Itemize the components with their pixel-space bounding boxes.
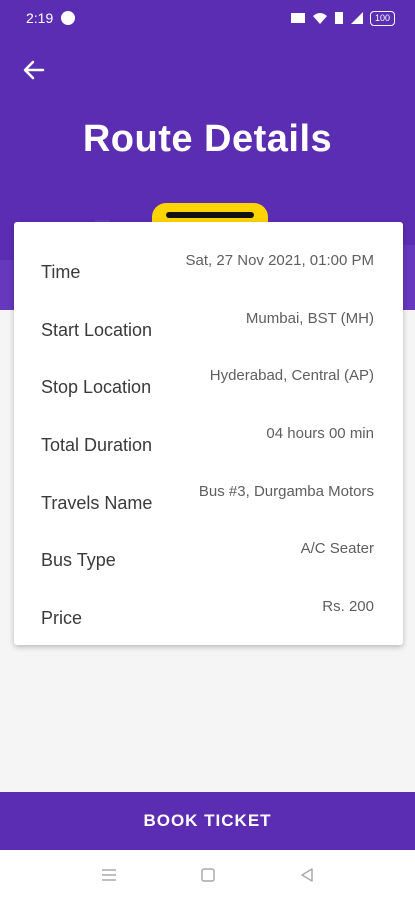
bus-window-bar [166,212,254,218]
status-bar: 2:19 100 [0,0,415,36]
status-time: 2:19 [26,10,54,26]
detail-label: Total Duration [41,435,153,455]
detail-label: Time [41,262,81,282]
detail-value: Bus #3, Durgamba Motors [198,483,374,500]
route-details-card: Time Sat, 27 Nov 2021, 01:00 PM Start Lo… [14,222,403,645]
square-icon[interactable] [198,865,218,885]
signal-icon [350,12,363,24]
book-ticket-button[interactable]: BOOK TICKET [0,792,415,850]
back-button[interactable] [18,54,50,86]
arrow-left-icon [23,60,45,80]
triangle-back-icon[interactable] [297,865,317,885]
sim-icon [334,12,343,24]
wifi-icon [312,13,327,24]
page-title: Route Details [82,118,333,160]
system-navigation-bar [0,850,415,900]
detail-value: A/C Seater [300,540,374,557]
detail-row-total-duration: Total Duration 04 hours 00 min [14,425,403,465]
detail-value: Sat, 27 Nov 2021, 01:00 PM [185,252,374,269]
detail-value: Rs. 200 [322,598,374,615]
detail-label: Price [41,608,83,628]
detail-label: Travels Name [41,493,153,513]
detail-label: Bus Type [41,550,116,570]
detail-row-time: Time Sat, 27 Nov 2021, 01:00 PM [14,252,403,292]
detail-value: Mumbai, BST (MH) [245,310,374,327]
detail-value: 04 hours 00 min [266,425,374,442]
menu-icon[interactable] [99,865,119,885]
detail-row-price: Price Rs. 200 [14,598,403,638]
battery-icon: 100 [369,10,395,26]
detail-row-bus-type: Bus Type A/C Seater [14,540,403,580]
detail-label: Start Location [41,320,153,340]
detail-row-stop-location: Stop Location Hyderabad, Central (AP) [14,367,403,407]
detail-value: Hyderabad, Central (AP) [209,367,374,384]
notification-icon [61,11,76,25]
detail-row-travels-name: Travels Name Bus #3, Durgamba Motors [14,483,403,523]
status-icons: 100 [290,10,395,26]
detail-label: Stop Location [41,377,152,397]
detail-row-start-location: Start Location Mumbai, BST (MH) [14,310,403,350]
volte-icon [290,13,305,23]
